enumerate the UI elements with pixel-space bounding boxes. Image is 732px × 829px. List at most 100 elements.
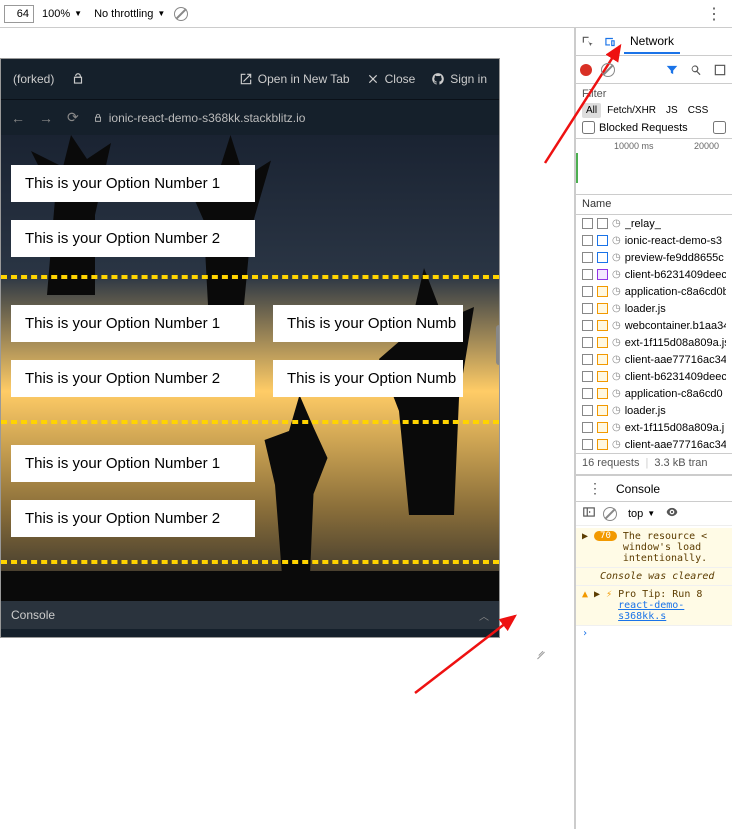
request-type-icon <box>597 354 608 365</box>
url-text: ionic-react-demo-s368kk.stackblitz.io <box>109 111 306 125</box>
request-name: application-c8a6cd0 <box>625 388 723 400</box>
close-button[interactable]: Close <box>366 72 416 86</box>
console-prompt[interactable]: › <box>576 626 732 641</box>
option-group-2: This is your Option Number 1 This is you… <box>11 305 499 415</box>
preview-console-toggle[interactable]: Console ︿ <box>1 601 499 629</box>
request-checkbox[interactable] <box>582 269 593 280</box>
requests-header[interactable]: Name <box>576 195 732 215</box>
request-checkbox[interactable] <box>582 252 593 263</box>
request-type-icon <box>597 337 608 348</box>
request-row[interactable]: ◷preview-fe9dd8655c <box>576 249 732 266</box>
resize-handle[interactable] <box>532 644 546 658</box>
scope-dropdown[interactable]: top ▼ <box>624 506 659 522</box>
timeline-tick: 10000 ms <box>614 141 654 151</box>
url-bar[interactable]: ionic-react-demo-s368kk.stackblitz.io <box>93 111 306 125</box>
request-type-icon <box>597 286 608 297</box>
request-checkbox[interactable] <box>582 303 593 314</box>
request-row[interactable]: ◷loader.js <box>576 402 732 419</box>
console-menu[interactable]: ⋮ <box>582 480 608 497</box>
bolt-icon: ⚡ <box>606 589 612 600</box>
option-item[interactable]: This is your Option Number 2 <box>11 500 255 537</box>
option-item[interactable]: This is your Option Number 1 <box>11 305 255 342</box>
request-row[interactable]: ◷_relay_ <box>576 215 732 232</box>
option-item[interactable]: This is your Option Number 2 <box>11 360 255 397</box>
request-checkbox[interactable] <box>582 388 593 399</box>
request-row[interactable]: ◷ext-1f115d08a809a.j <box>576 419 732 436</box>
clock-icon: ◷ <box>612 303 621 314</box>
request-row[interactable]: ◷ext-1f115d08a809a.js <box>576 334 732 351</box>
extra-checkbox[interactable] <box>713 121 726 134</box>
scroll-indicator[interactable] <box>496 325 499 365</box>
request-checkbox[interactable] <box>582 337 593 348</box>
chip-css[interactable]: CSS <box>684 103 713 118</box>
request-row[interactable]: ◷webcontainer.b1aa34a <box>576 317 732 334</box>
request-checkbox[interactable] <box>582 286 593 297</box>
request-type-icon <box>597 235 608 246</box>
clock-icon: ◷ <box>612 269 621 280</box>
forward-button[interactable]: → <box>39 110 53 126</box>
request-checkbox[interactable] <box>582 371 593 382</box>
app-viewport[interactable]: This is your Option Number 1 This is you… <box>1 135 499 601</box>
throttling-dropdown[interactable]: No throttling ▼ <box>90 6 169 22</box>
request-row[interactable]: ◷client-aae77716ac34 <box>576 436 732 453</box>
network-tab[interactable]: Network <box>624 30 680 54</box>
request-row[interactable]: ◷client-b6231409deec <box>576 368 732 385</box>
message-link[interactable]: react-demo-s368kk.s <box>618 600 684 622</box>
expand-icon[interactable]: ▶ <box>594 589 600 600</box>
rotate-icon[interactable] <box>173 6 189 22</box>
chip-js[interactable]: JS <box>662 103 682 118</box>
sign-in-button[interactable]: Sign in <box>431 72 487 86</box>
request-row[interactable]: ◷application-c8a6cd0 <box>576 385 732 402</box>
request-checkbox[interactable] <box>582 235 593 246</box>
throttling-value: No throttling <box>94 8 153 20</box>
expand-icon[interactable]: ▶ <box>582 531 588 542</box>
console-message[interactable]: Console was cleared <box>576 568 732 586</box>
device-toggle-icon[interactable] <box>602 34 618 50</box>
request-name: _relay_ <box>625 218 661 230</box>
clock-icon: ◷ <box>612 354 621 365</box>
request-checkbox[interactable] <box>582 218 593 229</box>
chip-fetch[interactable]: Fetch/XHR <box>603 103 660 118</box>
request-checkbox[interactable] <box>582 320 593 331</box>
request-checkbox[interactable] <box>582 439 593 450</box>
request-row[interactable]: ◷client-b6231409deec <box>576 266 732 283</box>
settings-square-icon[interactable] <box>712 62 728 78</box>
console-message[interactable]: ▶ 70 The resource < window's load intent… <box>576 528 732 568</box>
height-input[interactable] <box>4 5 34 23</box>
reload-button[interactable]: ⟳ <box>67 109 79 126</box>
open-new-tab-button[interactable]: Open in New Tab <box>239 72 350 86</box>
blocked-label: Blocked Requests <box>599 122 688 134</box>
request-checkbox[interactable] <box>582 354 593 365</box>
sidebar-toggle-icon[interactable] <box>582 505 596 522</box>
console-message[interactable]: ▲ ▶ ⚡ Pro Tip: Run 8 react-demo-s368kk.s <box>576 586 732 626</box>
live-expression-icon[interactable] <box>665 505 679 522</box>
option-item[interactable]: This is your Option Number 2 <box>11 220 255 257</box>
option-item[interactable]: This is your Option Numb <box>273 305 463 342</box>
lock-open-icon[interactable] <box>70 71 86 87</box>
request-name: client-aae77716ac34a.j <box>625 354 726 366</box>
request-checkbox[interactable] <box>582 405 593 416</box>
chip-all[interactable]: All <box>582 103 601 118</box>
back-button[interactable]: ← <box>11 110 25 126</box>
filter-toggle[interactable] <box>664 62 680 78</box>
zoom-dropdown[interactable]: 100% ▼ <box>38 6 86 22</box>
clear-console-button[interactable] <box>602 506 618 522</box>
inspect-element-icon[interactable] <box>580 34 596 50</box>
request-row[interactable]: ◷ client-aae77716ac34a.j <box>576 351 732 368</box>
request-row[interactable]: ◷ionic-react-demo-s3 <box>576 232 732 249</box>
chevron-down-icon: ▼ <box>647 509 655 518</box>
blocked-checkbox[interactable] <box>582 121 595 134</box>
request-row[interactable]: ◷loader.js <box>576 300 732 317</box>
request-row[interactable]: ◷application-c8a6cd0b6 <box>576 283 732 300</box>
request-checkbox[interactable] <box>582 422 593 433</box>
request-name: webcontainer.b1aa34a <box>625 320 726 332</box>
option-item[interactable]: This is your Option Number 1 <box>11 445 255 482</box>
kebab-menu[interactable]: ⋮ <box>700 4 728 24</box>
clear-button[interactable] <box>600 62 616 78</box>
search-button[interactable] <box>688 62 704 78</box>
timeline[interactable]: 10000 ms 20000 <box>576 139 732 195</box>
request-type-icon <box>597 439 608 450</box>
option-item[interactable]: This is your Option Numb <box>273 360 463 397</box>
option-item[interactable]: This is your Option Number 1 <box>11 165 255 202</box>
record-button[interactable] <box>580 64 592 76</box>
